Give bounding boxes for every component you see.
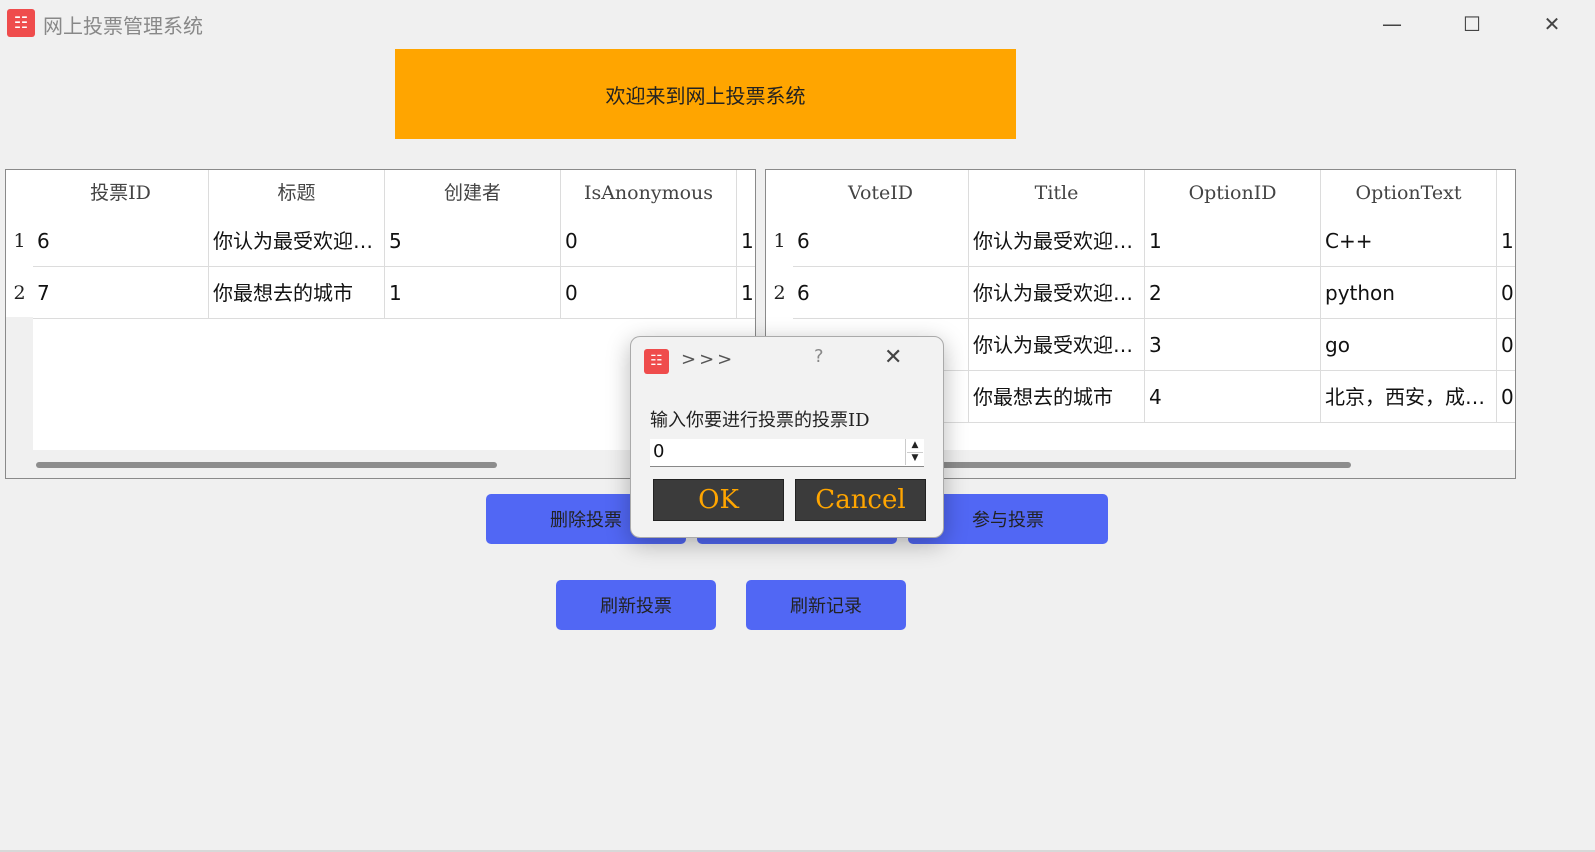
- table-cell[interactable]: 你认为最受欢迎…: [969, 215, 1145, 267]
- table-cell[interactable]: 2: [1145, 267, 1321, 319]
- table-cell[interactable]: 北京，西安，成…: [1321, 371, 1497, 423]
- table-corner: [6, 170, 33, 218]
- table-cell[interactable]: 1: [737, 267, 755, 319]
- column-header[interactable]: OptionText: [1321, 170, 1497, 216]
- table-corner: [766, 170, 793, 218]
- table-cell[interactable]: python: [1321, 267, 1497, 319]
- spin-up-arrow-icon[interactable]: ▲: [907, 439, 923, 453]
- row-number[interactable]: 2: [6, 267, 33, 319]
- table-cell[interactable]: 6: [793, 215, 969, 267]
- cancel-button[interactable]: Cancel: [795, 479, 926, 521]
- maximize-button[interactable]: ☐: [1452, 8, 1492, 40]
- main-window: ☷ 网上投票管理系统 — ☐ ✕ 欢迎来到网上投票系统 投票ID 标题 创建者 …: [0, 0, 1595, 852]
- table-cell[interactable]: 6: [793, 267, 969, 319]
- table-cell[interactable]: 你认为最受欢迎…: [209, 215, 385, 267]
- table-cell[interactable]: 4: [1145, 371, 1321, 423]
- table-cell[interactable]: 0: [1497, 267, 1515, 319]
- app-logo-icon: ☷: [644, 349, 669, 374]
- window-title: 网上投票管理系统: [43, 14, 203, 38]
- title-bar: ☷ 网上投票管理系统 — ☐ ✕: [0, 0, 1595, 48]
- close-window-button[interactable]: ✕: [1532, 8, 1572, 40]
- table-cell[interactable]: go: [1321, 319, 1497, 371]
- dialog-close-button[interactable]: ✕: [884, 345, 902, 370]
- help-button[interactable]: ?: [814, 346, 824, 367]
- table-cell[interactable]: 1: [1497, 215, 1515, 267]
- ok-button[interactable]: OK: [653, 479, 784, 521]
- column-header[interactable]: 创建者: [385, 170, 561, 216]
- scrollbar-thumb[interactable]: [36, 462, 497, 468]
- table-cell[interactable]: 0: [561, 215, 737, 267]
- dialog-title: >>>: [681, 349, 736, 370]
- table-cell[interactable]: 1: [385, 267, 561, 319]
- table-cell[interactable]: 0: [1497, 371, 1515, 423]
- table-cell[interactable]: 6: [33, 215, 209, 267]
- table-cell[interactable]: 3: [1145, 319, 1321, 371]
- table-cell[interactable]: 0: [1497, 319, 1515, 371]
- minimize-button[interactable]: —: [1372, 8, 1412, 40]
- vote-id-dialog: ☷ >>> ? ✕ 输入你要进行投票的投票ID 0 ▲ ▼ OK Cancel: [630, 336, 944, 538]
- column-header[interactable]: VoteID: [793, 170, 969, 216]
- table-cell[interactable]: 你最想去的城市: [209, 267, 385, 319]
- column-header[interactable]: 投票ID: [33, 170, 209, 216]
- row-number[interactable]: 2: [766, 267, 793, 319]
- row-number[interactable]: 1: [766, 215, 793, 267]
- column-header[interactable]: Title: [969, 170, 1145, 216]
- column-header[interactable]: 标题: [209, 170, 385, 216]
- table-cell[interactable]: 你最想去的城市: [969, 371, 1145, 423]
- table-cell[interactable]: 7: [33, 267, 209, 319]
- column-header[interactable]: IsAnonymous: [561, 170, 737, 216]
- app-logo-icon: ☷: [7, 9, 35, 37]
- vote-id-spinbox[interactable]: 0 ▲ ▼: [650, 439, 924, 467]
- welcome-banner: 欢迎来到网上投票系统: [395, 49, 1016, 139]
- table-cell[interactable]: 1: [737, 215, 755, 267]
- spin-down-arrow-icon[interactable]: ▼: [907, 452, 923, 465]
- spinbox-arrows: ▲ ▼: [905, 439, 924, 465]
- table-cell[interactable]: 你认为最受欢迎…: [969, 267, 1145, 319]
- row-header-empty: [6, 317, 33, 450]
- table-cell[interactable]: C++: [1321, 215, 1497, 267]
- table-cell[interactable]: 0: [561, 267, 737, 319]
- table-cell[interactable]: 你认为最受欢迎…: [969, 319, 1145, 371]
- table-cell[interactable]: 1: [1145, 215, 1321, 267]
- column-header[interactable]: OptionID: [1145, 170, 1321, 216]
- row-number[interactable]: 1: [6, 215, 33, 267]
- refresh-votes-button[interactable]: 刷新投票: [556, 580, 716, 630]
- refresh-records-button[interactable]: 刷新记录: [746, 580, 906, 630]
- column-header[interactable]: [737, 170, 755, 216]
- table-cell[interactable]: 5: [385, 215, 561, 267]
- column-header[interactable]: [1497, 170, 1515, 216]
- spinbox-value[interactable]: 0: [653, 441, 664, 462]
- dialog-prompt: 输入你要进行投票的投票ID: [650, 410, 870, 431]
